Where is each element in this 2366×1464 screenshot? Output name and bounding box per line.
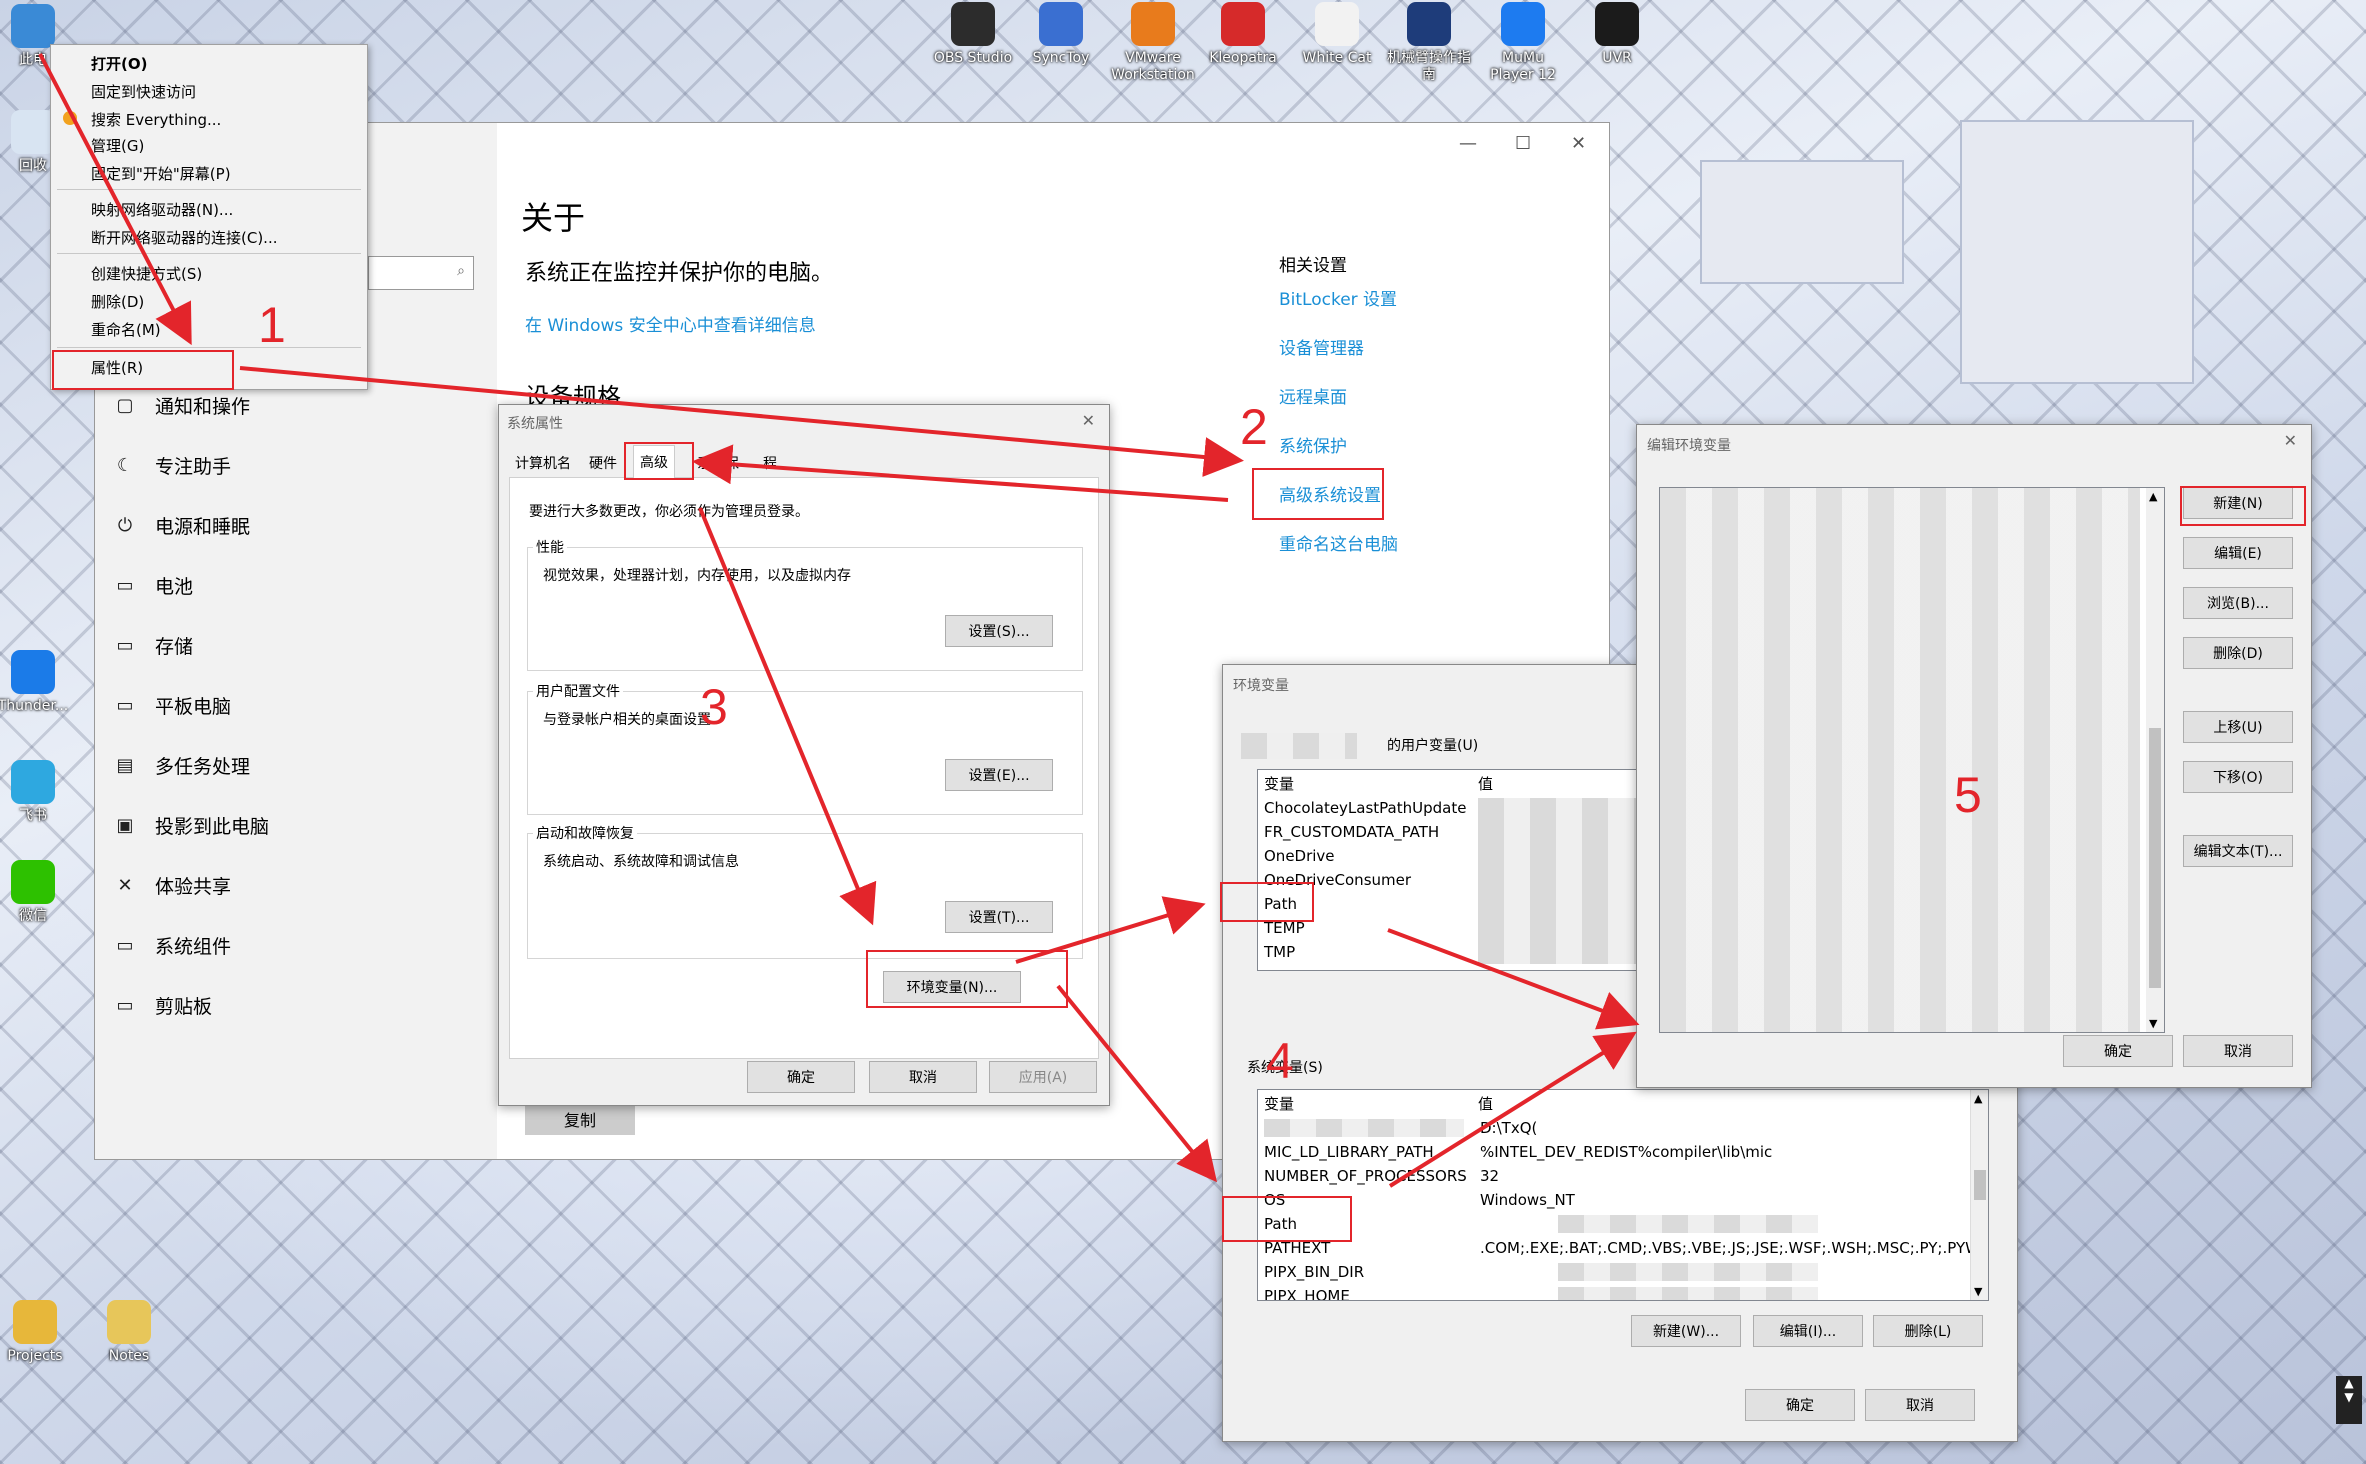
arrow <box>1388 1031 1637 1188</box>
scroll-tab[interactable]: ▲ ▼ <box>2336 1376 2362 1424</box>
annotation-arrows <box>38 53 1640 1188</box>
arrow <box>1015 896 1206 964</box>
arrow <box>38 53 192 346</box>
down-icon: ▼ <box>2344 1390 2354 1404</box>
arrow <box>1387 928 1640 1030</box>
arrow <box>698 507 877 926</box>
arrow <box>1056 984 1218 1183</box>
arrow <box>692 444 1229 502</box>
up-icon: ▲ <box>2344 1376 2354 1390</box>
arrow <box>239 366 1244 477</box>
